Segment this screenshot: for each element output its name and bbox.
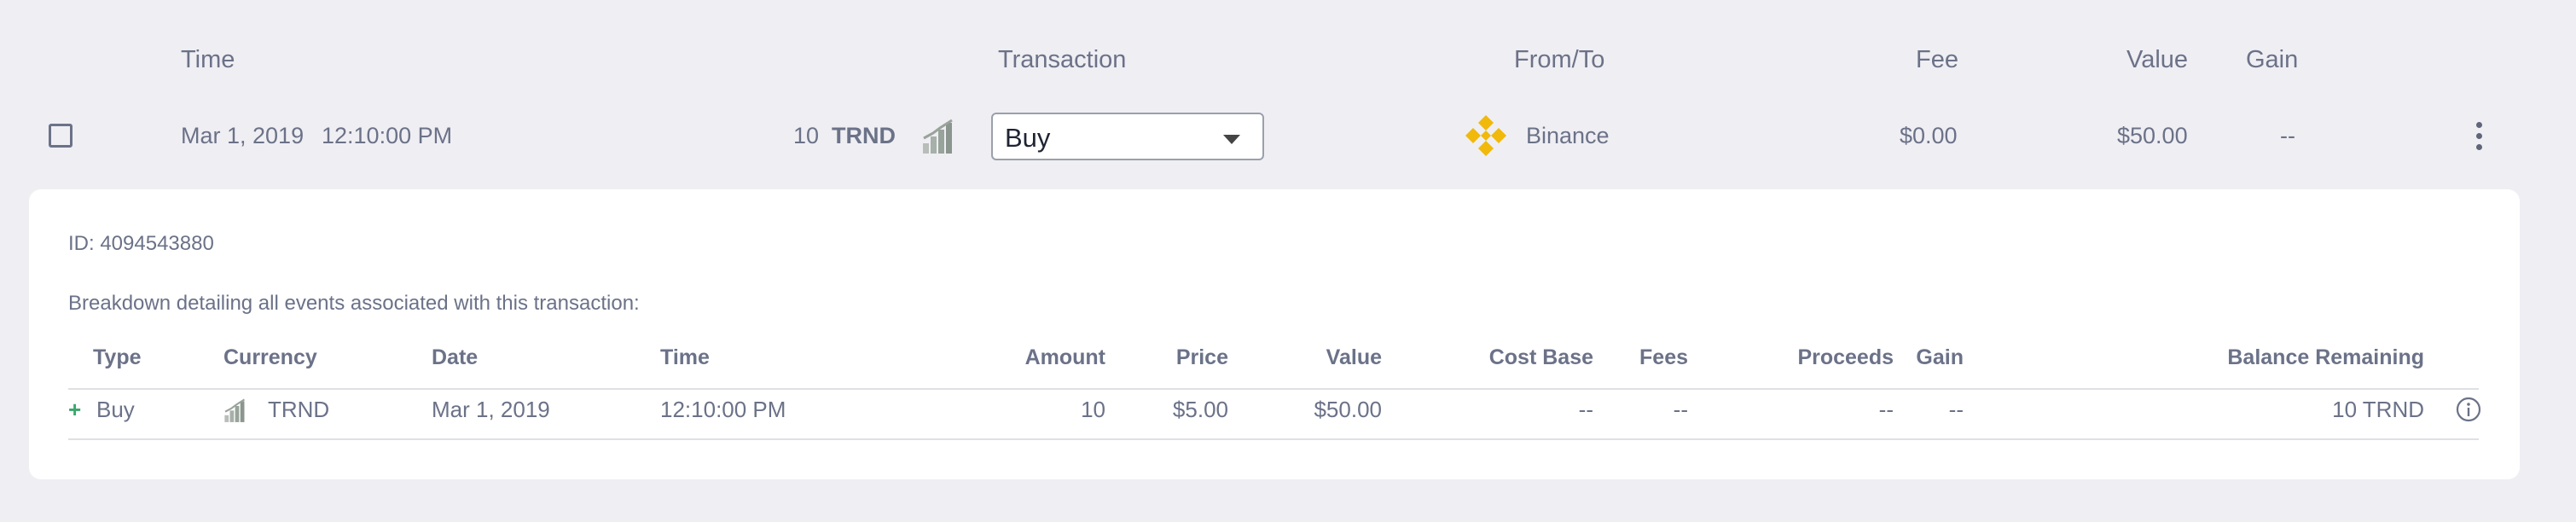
transaction-details-panel: ID: 4094543880 Breakdown detailing all e… [29,189,2520,479]
cell-gain: -- [1948,397,1964,422]
row-date: Mar 1, 2019 [181,123,305,148]
row-currency: TRND [832,123,896,148]
breakdown-description: Breakdown detailing all events associate… [68,292,640,315]
cell-price: $5.00 [1172,397,1228,422]
kebab-icon[interactable] [2474,122,2484,151]
row-value: $50.00 [2117,123,2188,148]
row-fee: $0.00 [1900,123,1958,148]
header-gain: Gain [2246,46,2299,73]
cell-balance-remaining: 10 TRND [2332,397,2424,422]
chevron-down-icon [1223,135,1240,144]
transaction-type-select[interactable]: Buy [991,113,1264,160]
transaction-type-value: Buy [1005,123,1051,153]
col-currency: Currency [223,345,317,369]
header-fee: Fee [1916,46,1958,73]
col-fees: Fees [1639,345,1688,369]
row-exchange[interactable]: Binance [1526,123,1610,149]
col-value: Value [1326,345,1382,369]
trnd-coin-icon [923,119,953,154]
col-price: Price [1175,345,1228,369]
cell-proceeds: -- [1878,397,1894,422]
header-time: Time [181,46,235,73]
row-amount: 10 [793,123,820,148]
cell-amount: 10 [1081,397,1105,422]
col-cost-base: Cost Base [1488,345,1593,369]
col-time: Time [660,345,710,369]
buy-marker: + [68,397,82,422]
col-date: Date [432,345,479,369]
transaction-id: ID: 4094543880 [68,232,214,255]
table-row [68,391,2479,438]
cell-date: Mar 1, 2019 [432,397,550,422]
col-proceeds: Proceeds [1797,345,1894,369]
binance-logo-icon [1465,115,1506,156]
cell-fees: -- [1673,397,1688,422]
cell-currency: TRND [268,397,330,422]
table-header-divider [68,388,2479,390]
cell-cost-base: -- [1578,397,1593,422]
col-amount: Amount [1024,345,1105,369]
col-gain: Gain [1916,345,1964,369]
col-type: Type [93,345,142,369]
col-balance-remaining: Balance Remaining [2227,345,2424,369]
cell-type: Buy [96,397,135,422]
trnd-coin-icon [224,398,246,422]
row-select-checkbox[interactable] [49,124,73,148]
info-icon[interactable] [2456,397,2481,422]
header-from-to: From/To [1514,46,1605,73]
header-value: Value [2126,46,2189,73]
row-gain: -- [2280,123,2295,148]
header-transaction: Transaction [998,46,1127,73]
table-bottom-divider [68,438,2479,440]
row-time: 12:10:00 PM [322,123,453,148]
cell-time: 12:10:00 PM [660,397,786,422]
cell-value: $50.00 [1314,397,1382,422]
